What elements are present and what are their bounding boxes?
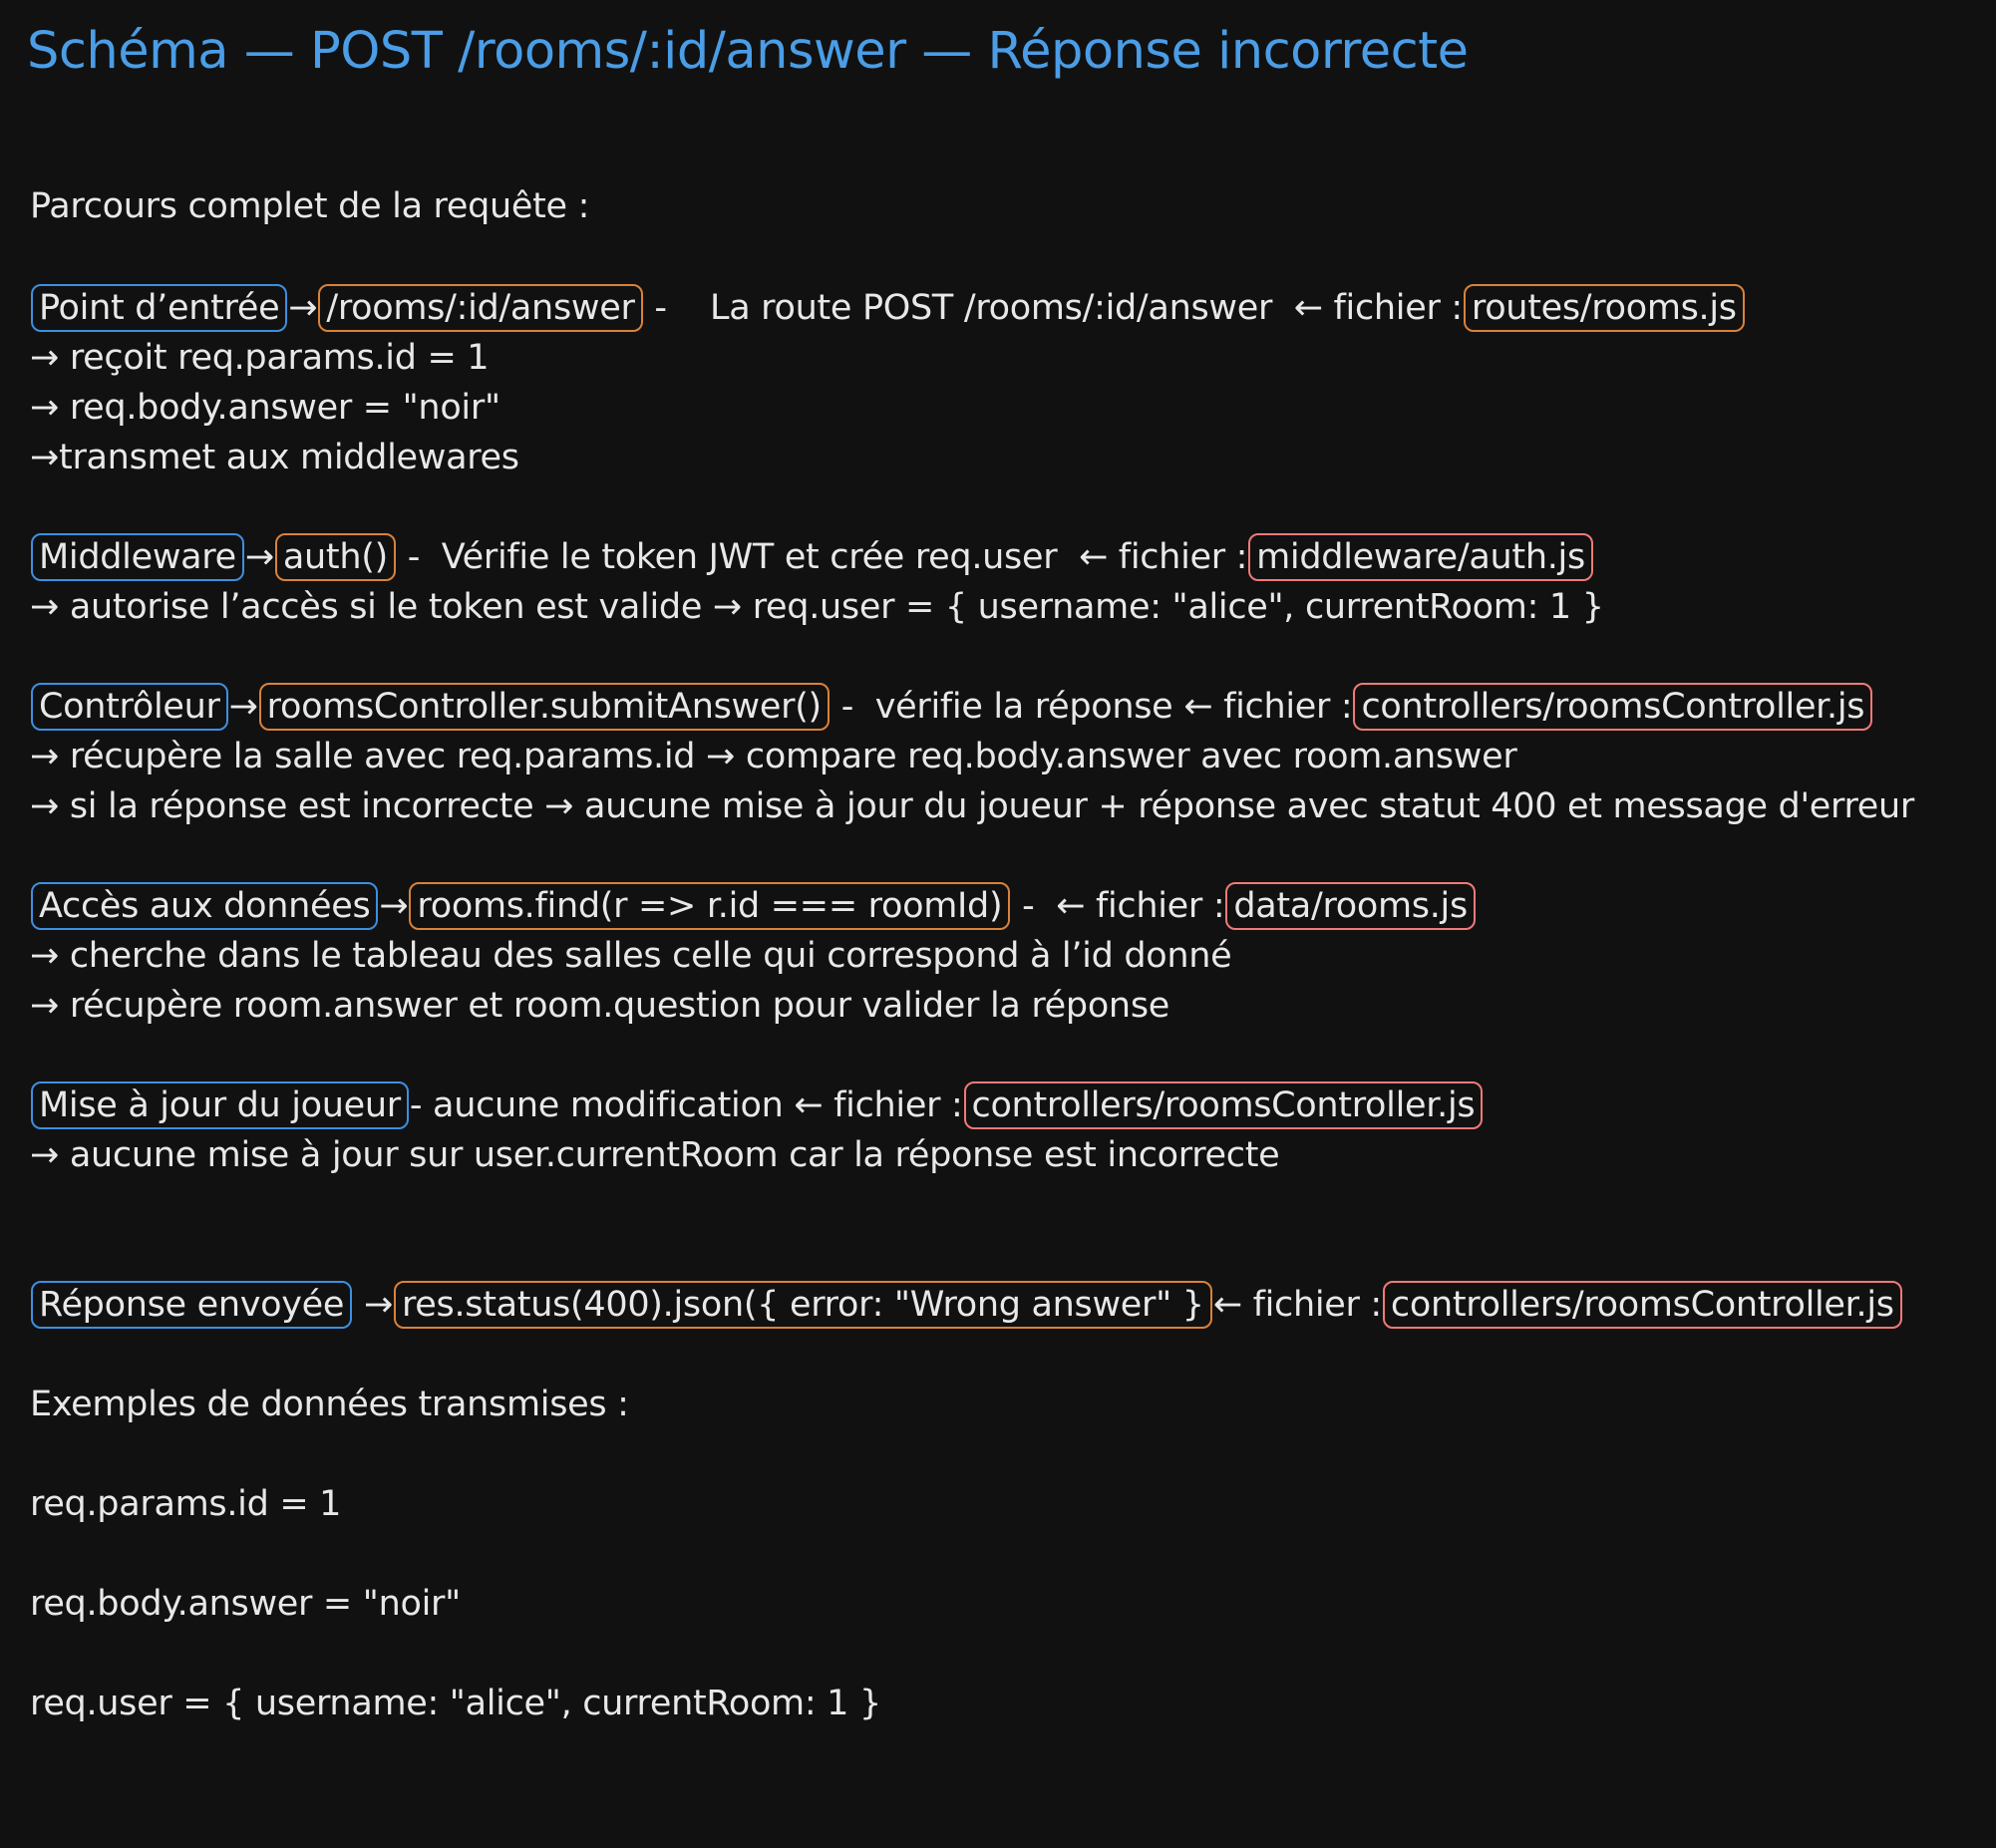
middleware-file: middleware/auth.js — [1248, 533, 1593, 581]
controller-file: controllers/roomsController.js — [1353, 683, 1873, 731]
response-desc: ← fichier : — [1212, 1285, 1383, 1325]
entry-row: Point d’entrée →/rooms/:id/answer - La ro… — [30, 283, 1746, 333]
middleware-detail: → autorise l’accès si le token est valid… — [30, 587, 1604, 627]
entry-detail: → req.body.answer = "noir" — [30, 388, 500, 428]
arrow-icon: → — [379, 886, 409, 926]
page-title: Schéma — POST /rooms/:id/answer — Répons… — [27, 22, 1469, 81]
player-update-label: Mise à jour du joueur — [31, 1081, 409, 1129]
player-update-desc: - aucune modification ← fichier : — [409, 1085, 963, 1125]
example-item: req.user = { username: "alice", currentR… — [30, 1684, 881, 1723]
example-item: req.body.answer = "noir" — [30, 1584, 461, 1624]
entry-code: /rooms/:id/answer — [318, 284, 643, 332]
data-access-label: Accès aux données — [31, 882, 379, 930]
controller-label: Contrôleur — [31, 683, 228, 731]
entry-desc: - La route POST /rooms/:id/answer ← fich… — [643, 288, 1463, 328]
player-update-detail: → aucune mise à jour sur user.currentRoo… — [30, 1135, 1280, 1175]
middleware-desc: - Vérifie le token JWT et crée req.user … — [396, 537, 1248, 577]
arrow-icon: → — [228, 687, 258, 727]
middleware-label: Middleware — [31, 533, 244, 581]
player-update-row: Mise à jour du joueur - aucune modificati… — [30, 1080, 1484, 1130]
player-update-file: controllers/roomsController.js — [963, 1081, 1484, 1129]
data-access-code: rooms.find(r => r.id === roomId) — [409, 882, 1011, 930]
data-access-file: data/rooms.js — [1225, 882, 1476, 930]
data-access-row: Accès aux données → rooms.find(r => r.id =… — [30, 881, 1477, 931]
response-code: res.status(400).json({ error: "Wrong ans… — [393, 1281, 1212, 1329]
controller-detail: → si la réponse est incorrecte → aucune … — [30, 786, 1915, 826]
arrow-icon: → — [363, 1285, 393, 1325]
controller-detail: → récupère la salle avec req.params.id →… — [30, 737, 1517, 776]
intro-text: Parcours complet de la requête : — [30, 186, 590, 226]
arrow-icon: → — [244, 537, 274, 577]
entry-detail: → reçoit req.params.id = 1 — [30, 338, 490, 378]
entry-label: Point d’entrée — [31, 284, 288, 332]
controller-desc: - vérifie la réponse ← fichier : — [830, 687, 1353, 727]
examples-heading: Exemples de données transmises : — [30, 1385, 629, 1424]
data-access-detail: → récupère room.answer et room.question … — [30, 986, 1169, 1026]
middleware-code: auth() — [274, 533, 396, 581]
data-access-desc: - ← fichier : — [1011, 886, 1225, 926]
middleware-row: Middleware → auth() - Vérifie le token JWT… — [30, 532, 1594, 582]
response-label: Réponse envoyée — [31, 1281, 353, 1329]
response-file: controllers/roomsController.js — [1382, 1281, 1902, 1329]
entry-file: routes/rooms.js — [1463, 284, 1745, 332]
arrow-icon: → — [288, 288, 318, 328]
controller-row: Contrôleur → roomsController.submitAnswer(… — [30, 682, 1873, 732]
data-access-detail: → cherche dans le tableau des salles cel… — [30, 936, 1232, 976]
controller-code: roomsController.submitAnswer() — [258, 683, 830, 731]
example-item: req.params.id = 1 — [30, 1484, 342, 1524]
entry-detail: →transmet aux middlewares — [30, 438, 519, 477]
response-row: Réponse envoyée → res.status(400).json({ … — [30, 1280, 1903, 1330]
